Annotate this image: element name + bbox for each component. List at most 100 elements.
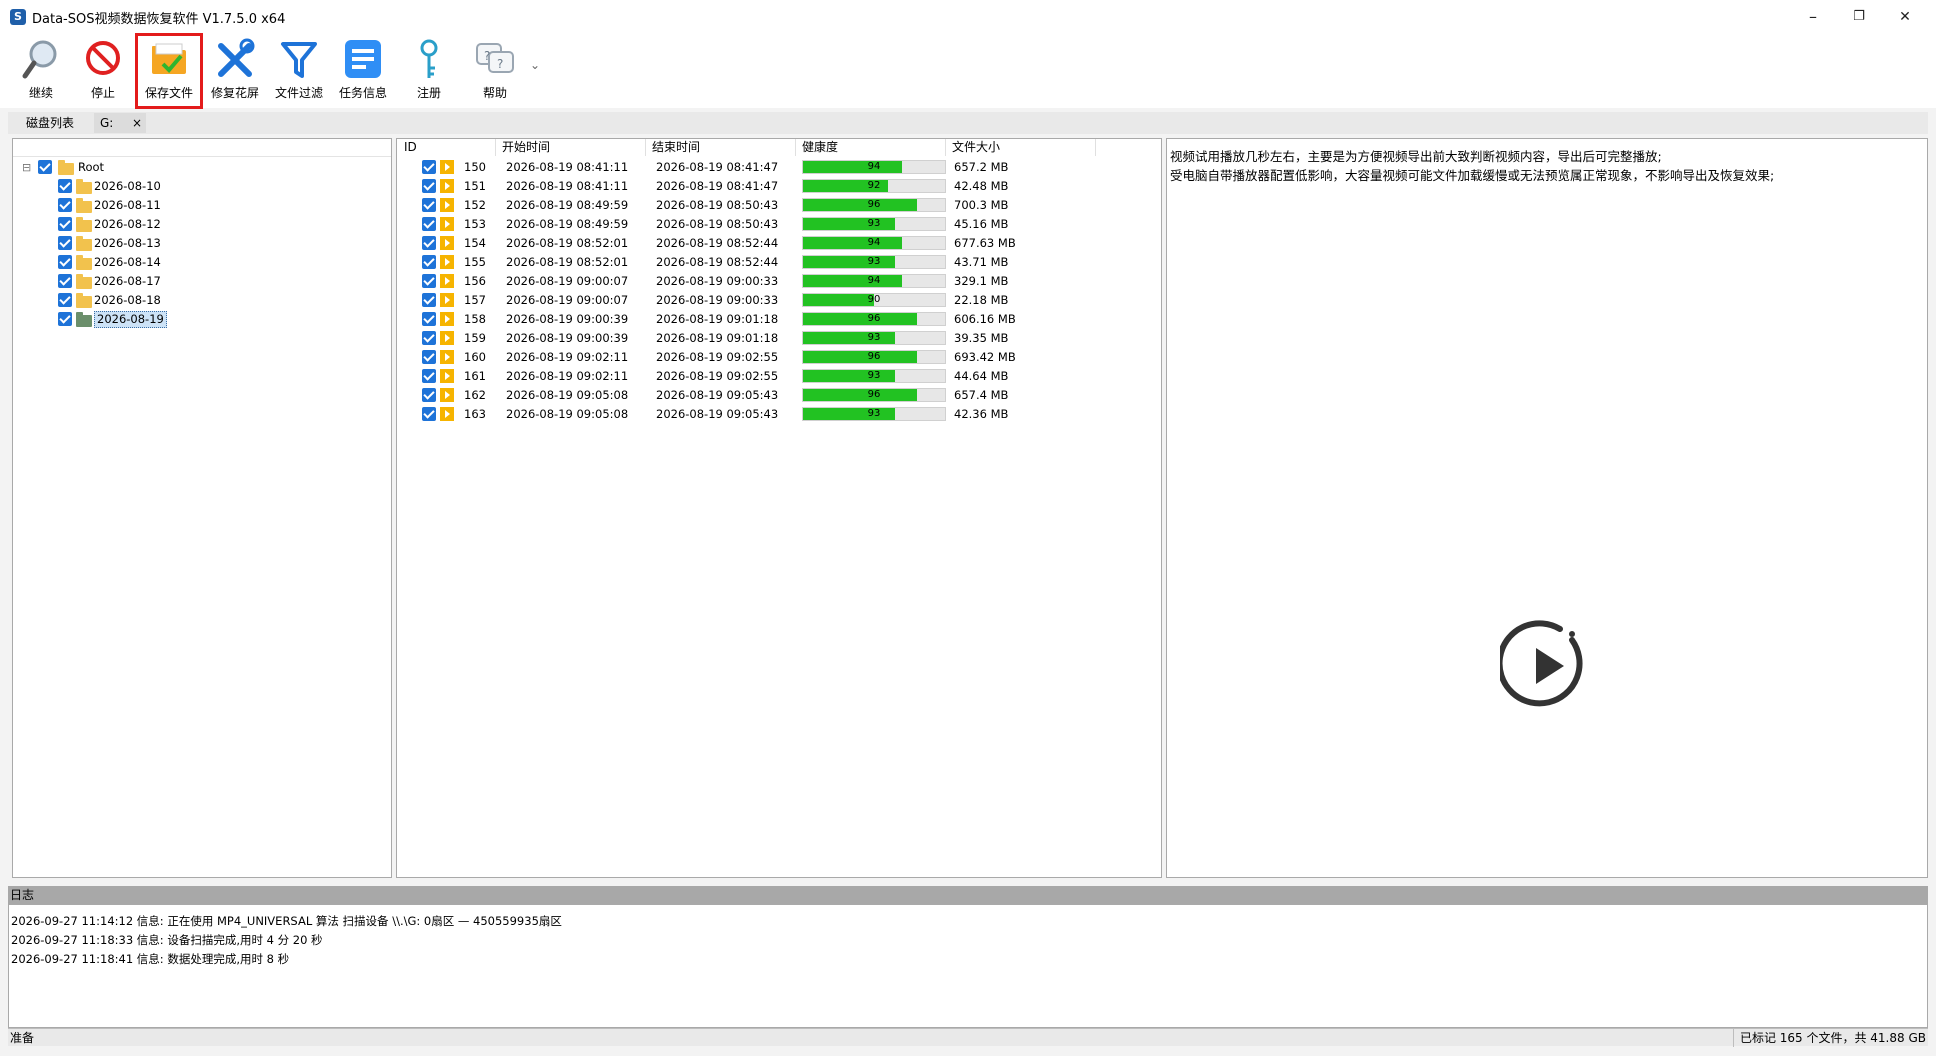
health-bar: 90	[802, 293, 946, 307]
cell-end-time: 2026-08-19 09:01:18	[656, 312, 779, 326]
video-file-icon	[440, 388, 454, 402]
continue-button[interactable]: 继续	[10, 38, 72, 104]
cell-start-time: 2026-08-19 09:00:39	[506, 331, 629, 345]
tree-item-date[interactable]: 2026-08-10	[58, 177, 258, 196]
toolbar-dropdown-icon[interactable]: ⌄	[530, 58, 540, 72]
table-row[interactable]: 150 2026-08-19 08:41:11 2026-08-19 08:41:4…	[422, 158, 1152, 177]
checkbox[interactable]	[422, 369, 436, 383]
cell-end-time: 2026-08-19 08:41:47	[656, 179, 779, 193]
table-row[interactable]: 152 2026-08-19 08:49:59 2026-08-19 08:50:4…	[422, 196, 1152, 215]
cell-start-time: 2026-08-19 08:52:01	[506, 236, 629, 250]
tab-disk-list[interactable]: 磁盘列表	[20, 113, 80, 133]
checkbox[interactable]	[422, 198, 436, 212]
folder-icon	[76, 274, 92, 289]
checkbox[interactable]	[422, 160, 436, 174]
minimize-button[interactable]: –	[1790, 0, 1836, 34]
file-filter-button[interactable]: 文件过滤	[268, 38, 330, 104]
log-header: 日志	[8, 886, 1928, 904]
health-bar: 96	[802, 198, 946, 212]
cell-start-time: 2026-08-19 08:52:01	[506, 255, 629, 269]
checkbox[interactable]	[422, 293, 436, 307]
tree-item-root[interactable]: ⊟ Root	[22, 158, 222, 177]
tab-drive[interactable]: G: ×	[94, 113, 146, 133]
checkbox[interactable]	[38, 160, 52, 174]
task-info-label: 任务信息	[338, 86, 387, 100]
table-row[interactable]: 158 2026-08-19 09:00:39 2026-08-19 09:01:1…	[422, 310, 1152, 329]
folder-icon	[76, 312, 92, 327]
table-row[interactable]: 156 2026-08-19 09:00:07 2026-08-19 09:00:3…	[422, 272, 1152, 291]
close-tab-icon[interactable]: ×	[132, 113, 142, 133]
checkbox[interactable]	[58, 274, 72, 288]
checkbox[interactable]	[422, 388, 436, 402]
register-button[interactable]: 注册	[398, 38, 460, 104]
restore-button[interactable]: ❐	[1836, 0, 1882, 34]
log-line: 2026-09-27 11:14:12 信息: 正在使用 MP4_UNIVERS…	[11, 914, 562, 928]
checkbox[interactable]	[422, 350, 436, 364]
tree-item-date[interactable]: 2026-08-12	[58, 215, 258, 234]
cell-file-size: 700.3 MB	[954, 198, 1009, 212]
tree-item-date[interactable]: 2026-08-18	[58, 291, 258, 310]
stop-button[interactable]: 停止	[72, 38, 134, 104]
table-row[interactable]: 157 2026-08-19 09:00:07 2026-08-19 09:00:3…	[422, 291, 1152, 310]
column-header-file-size[interactable]: 文件大小	[946, 139, 1096, 156]
table-row[interactable]: 155 2026-08-19 08:52:01 2026-08-19 08:52:4…	[422, 253, 1152, 272]
table-row[interactable]: 160 2026-08-19 09:02:11 2026-08-19 09:02:5…	[422, 348, 1152, 367]
checkbox[interactable]	[58, 293, 72, 307]
cell-id: 153	[464, 217, 486, 231]
log-line: 2026-09-27 11:18:33 信息: 设备扫描完成,用时 4 分 20…	[11, 933, 323, 947]
cell-end-time: 2026-08-19 08:41:47	[656, 160, 779, 174]
table-row[interactable]: 159 2026-08-19 09:00:39 2026-08-19 09:01:1…	[422, 329, 1152, 348]
checkbox[interactable]	[422, 217, 436, 231]
task-info-button[interactable]: 任务信息	[332, 38, 394, 104]
tree-item-date[interactable]: 2026-08-17	[58, 272, 258, 291]
table-row[interactable]: 151 2026-08-19 08:41:11 2026-08-19 08:41:4…	[422, 177, 1152, 196]
close-button[interactable]: ✕	[1882, 0, 1928, 34]
table-row[interactable]: 162 2026-08-19 09:05:08 2026-08-19 09:05:4…	[422, 386, 1152, 405]
health-value: 93	[867, 408, 881, 419]
column-header-start-time[interactable]: 开始时间	[496, 139, 646, 156]
checkbox[interactable]	[422, 255, 436, 269]
video-file-icon	[440, 255, 454, 269]
checkbox[interactable]	[422, 179, 436, 193]
column-header-id[interactable]: ID	[398, 139, 496, 156]
checkbox[interactable]	[422, 312, 436, 326]
tree-item-date[interactable]: 2026-08-13	[58, 234, 258, 253]
checkbox[interactable]	[422, 331, 436, 345]
task-list-icon	[345, 40, 381, 78]
status-summary: 已标记 165 个文件，共 41.88 GB	[1732, 1029, 1926, 1047]
checkbox[interactable]	[58, 217, 72, 231]
table-row[interactable]: 153 2026-08-19 08:49:59 2026-08-19 08:50:4…	[422, 215, 1152, 234]
tree-item-label: Root	[78, 160, 105, 174]
tree-item-label: 2026-08-17	[94, 274, 161, 288]
cell-id: 152	[464, 198, 486, 212]
table-row[interactable]: 154 2026-08-19 08:52:01 2026-08-19 08:52:4…	[422, 234, 1152, 253]
tree-item-date[interactable]: 2026-08-14	[58, 253, 258, 272]
tree-item-date[interactable]: 2026-08-19	[58, 310, 258, 329]
health-bar: 93	[802, 407, 946, 421]
checkbox[interactable]	[58, 236, 72, 250]
checkbox[interactable]	[422, 407, 436, 421]
health-bar: 93	[802, 331, 946, 345]
play-circle-icon[interactable]	[1500, 620, 1592, 712]
column-header-end-time[interactable]: 结束时间	[646, 139, 796, 156]
checkbox[interactable]	[58, 179, 72, 193]
repair-screen-button[interactable]: 修复花屏	[204, 38, 266, 104]
table-row[interactable]: 163 2026-08-19 09:05:08 2026-08-19 09:05:4…	[422, 405, 1152, 424]
cell-file-size: 42.36 MB	[954, 407, 1009, 421]
health-bar: 93	[802, 255, 946, 269]
table-row[interactable]: 161 2026-08-19 09:02:11 2026-08-19 09:02:5…	[422, 367, 1152, 386]
health-bar: 96	[802, 350, 946, 364]
checkbox[interactable]	[58, 312, 72, 326]
column-header-health[interactable]: 健康度	[796, 139, 946, 156]
cell-file-size: 657.4 MB	[954, 388, 1009, 402]
checkbox[interactable]	[422, 274, 436, 288]
checkbox[interactable]	[58, 255, 72, 269]
checkbox[interactable]	[422, 236, 436, 250]
checkbox[interactable]	[58, 198, 72, 212]
save-file-button[interactable]: 保存文件	[135, 33, 203, 109]
tree-item-date[interactable]: 2026-08-11	[58, 196, 258, 215]
video-file-icon	[440, 369, 454, 383]
collapse-icon[interactable]: ⊟	[22, 158, 31, 177]
cell-end-time: 2026-08-19 08:52:44	[656, 255, 779, 269]
help-button[interactable]: ? ? 帮助	[464, 38, 526, 104]
